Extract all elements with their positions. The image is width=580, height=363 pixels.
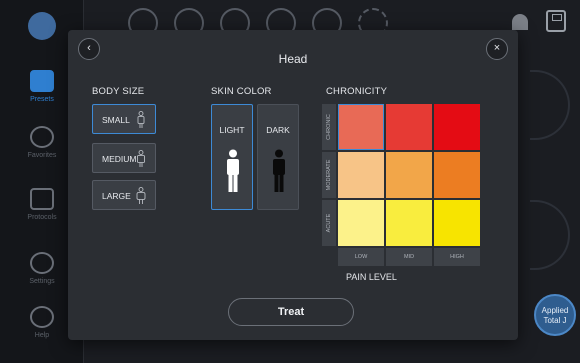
row-label-chronic: CHRONIC [322, 104, 336, 150]
cell-acute-mid[interactable] [386, 200, 432, 246]
cell-moderate-mid[interactable] [386, 152, 432, 198]
cell-moderate-low[interactable] [338, 152, 384, 198]
person-outline-icon [137, 111, 145, 128]
heart-icon [30, 126, 54, 148]
row-label-moderate: MODERATE [322, 152, 336, 198]
col-label-low: LOW [338, 248, 384, 266]
person-icon [30, 70, 54, 92]
col-label-mid: MID [386, 248, 432, 266]
body-size-title: BODY SIZE [92, 86, 145, 97]
skin-light-button[interactable]: LIGHT [211, 104, 253, 210]
body-size-medium-button[interactable]: MEDIUM [92, 143, 156, 173]
person-outline-icon [136, 187, 146, 204]
body-part-modal: ‹ × Head BODY SIZE SMALL MEDIUM LARGE SK… [68, 30, 518, 340]
bell-icon[interactable] [512, 14, 528, 30]
pain-level-label: PAIN LEVEL [346, 272, 397, 282]
cell-acute-low[interactable] [338, 200, 384, 246]
app-logo [28, 12, 56, 40]
cell-chronic-high[interactable] [434, 104, 480, 150]
modal-title: Head [278, 52, 308, 66]
clipboard-icon [30, 188, 54, 210]
applied-total-badge[interactable]: Applied Total J [534, 294, 576, 336]
cell-chronic-low[interactable] [338, 104, 384, 150]
col-label-high: HIGH [434, 248, 480, 266]
person-white-icon [227, 149, 239, 192]
save-icon[interactable] [546, 10, 566, 32]
row-label-acute: ACUTE [322, 200, 336, 246]
person-black-icon [273, 149, 285, 192]
cell-moderate-high[interactable] [434, 152, 480, 198]
treat-button[interactable]: Treat [228, 298, 354, 326]
dial-arc [530, 70, 570, 140]
cell-chronic-mid[interactable] [386, 104, 432, 150]
cell-acute-high[interactable] [434, 200, 480, 246]
skin-dark-button[interactable]: DARK [257, 104, 299, 210]
chronicity-title: CHRONICITY [326, 86, 388, 97]
gear-icon [30, 252, 54, 274]
person-outline-icon [137, 150, 145, 167]
help-icon [30, 306, 54, 328]
skin-color-title: SKIN COLOR [211, 86, 272, 97]
dial-arc [530, 200, 570, 270]
body-size-small-button[interactable]: SMALL [92, 104, 156, 134]
body-size-large-button[interactable]: LARGE [92, 180, 156, 210]
